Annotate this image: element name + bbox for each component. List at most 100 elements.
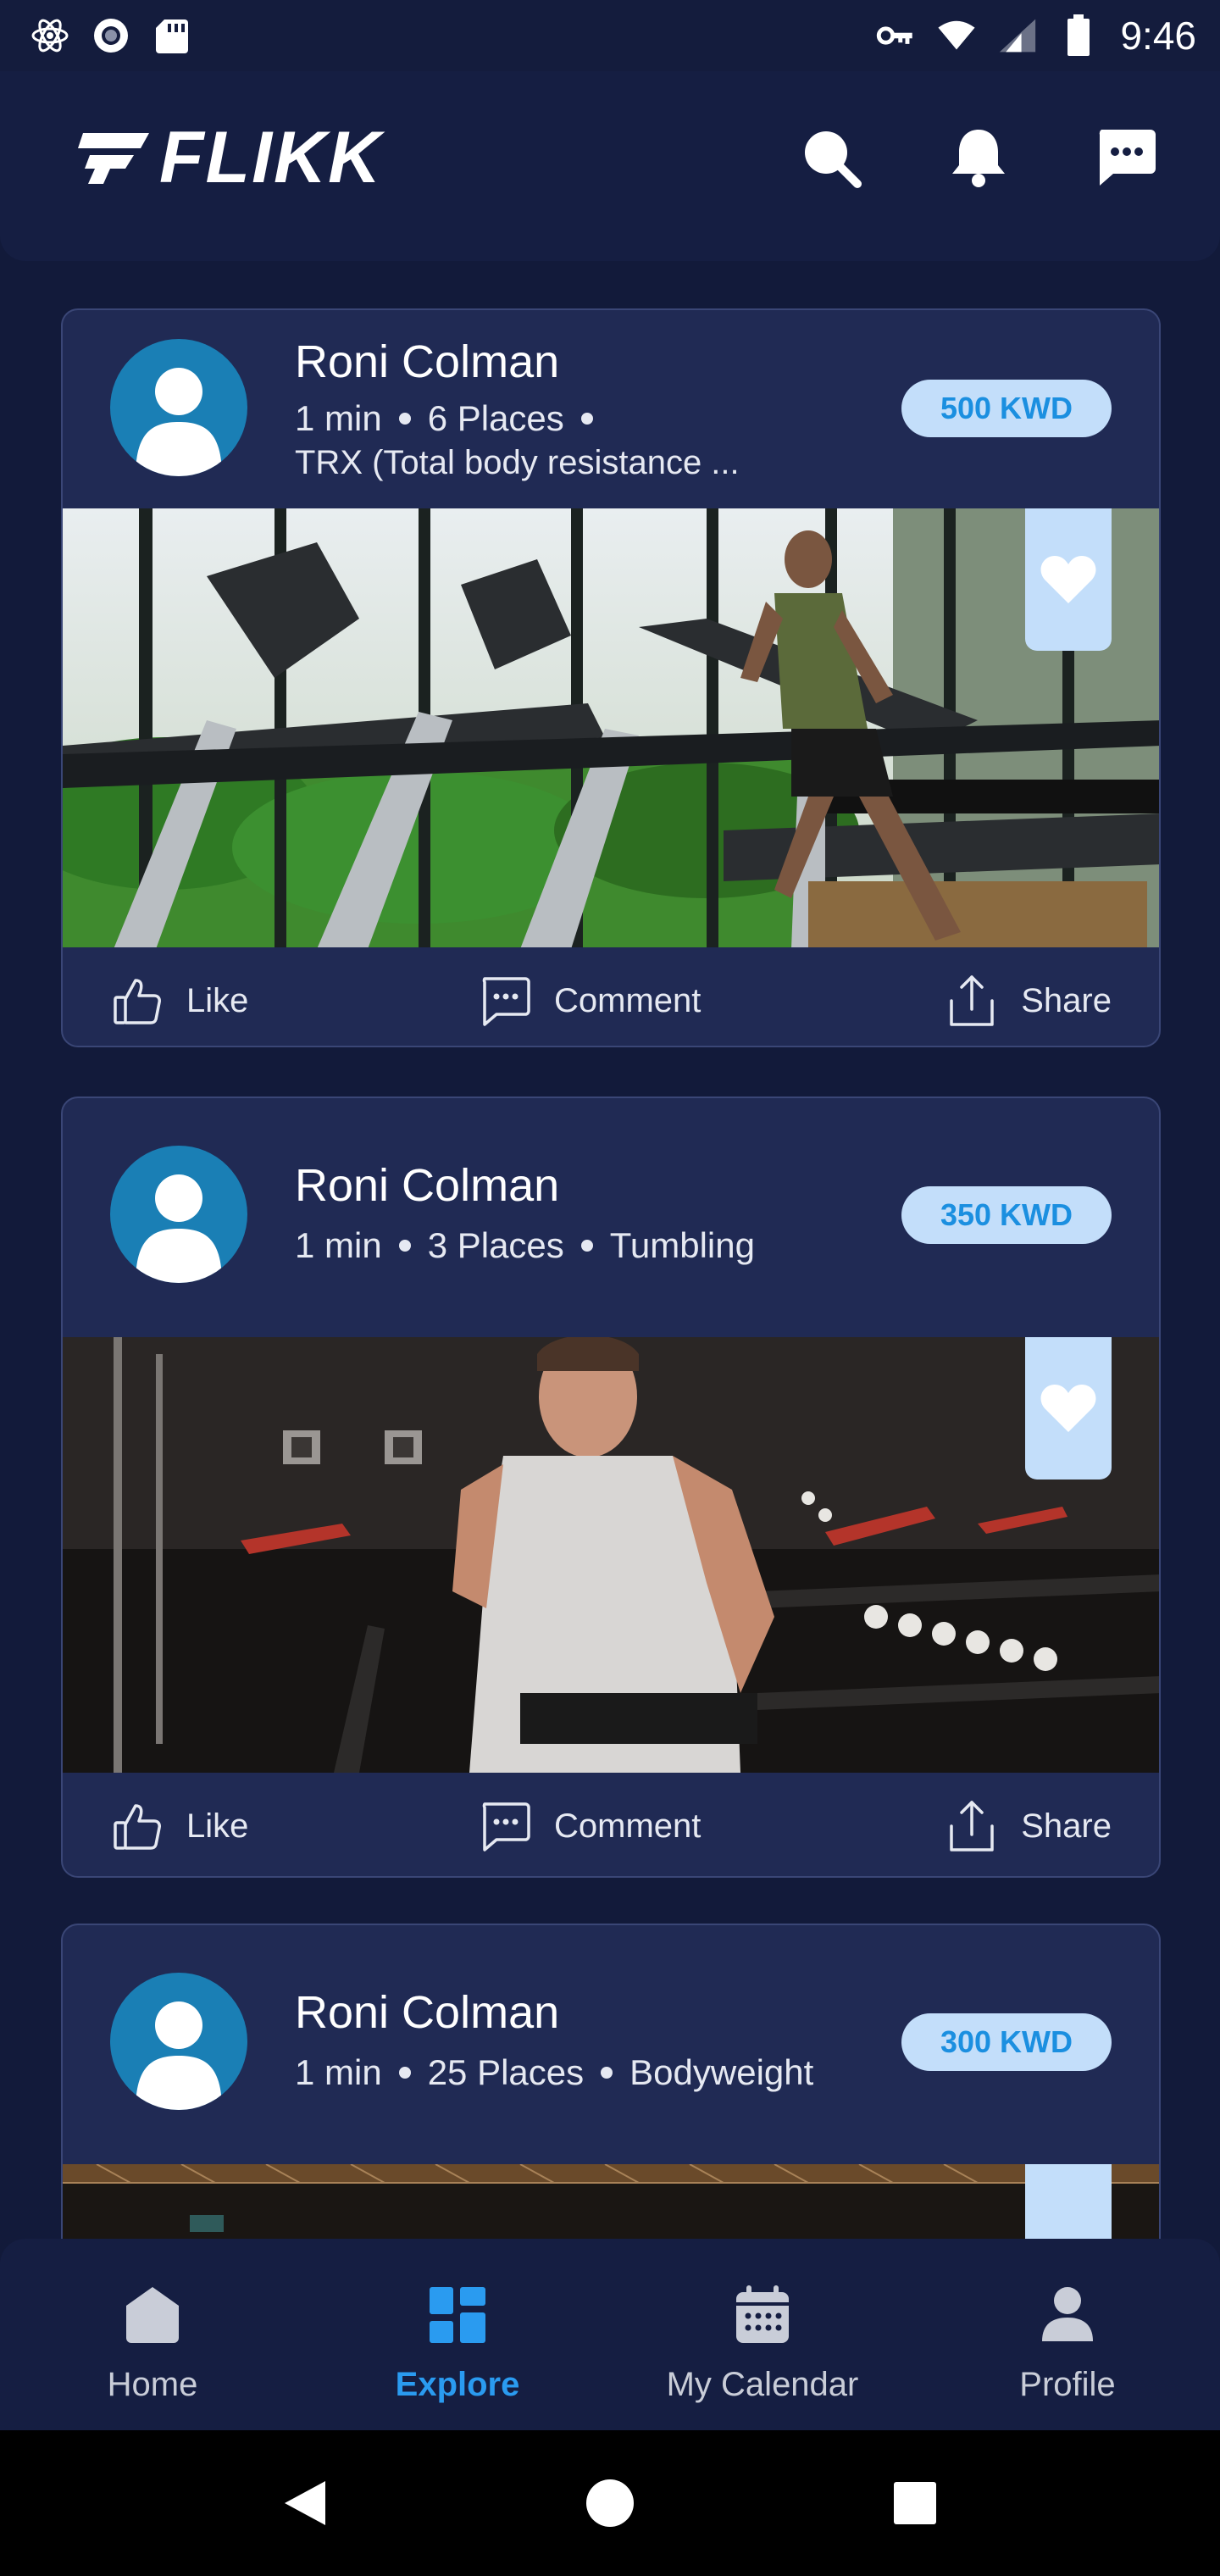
comment-label: Comment xyxy=(554,981,702,1019)
post-places: 25 Places xyxy=(427,2052,585,2092)
meta-separator xyxy=(601,2067,613,2079)
post-card[interactable]: Roni Colman 1 min 6 Places TRX (Total bo… xyxy=(61,308,1161,1047)
bodybuilder-gym-photo xyxy=(63,1337,1159,1773)
record-icon xyxy=(92,16,130,55)
comment-label: Comment xyxy=(554,1807,702,1845)
share-label: Share xyxy=(1021,981,1112,1019)
comment-icon xyxy=(478,974,532,1028)
header-actions xyxy=(800,126,1157,189)
battery-icon xyxy=(1059,14,1098,56)
home-icon xyxy=(119,2281,186,2349)
system-home-button[interactable] xyxy=(580,2473,640,2533)
nav-my-calendar[interactable]: My Calendar xyxy=(610,2239,915,2430)
favorite-button[interactable] xyxy=(1025,1337,1112,1480)
nav-profile[interactable]: Profile xyxy=(915,2239,1220,2430)
nav-label: Profile xyxy=(1019,2366,1116,2403)
share-button[interactable]: Share xyxy=(945,1773,1112,1876)
like-label: Like xyxy=(186,1807,249,1845)
post-author-name[interactable]: Roni Colman xyxy=(295,336,559,388)
status-time: 9:46 xyxy=(1120,14,1196,58)
price-badge: 350 KWD xyxy=(901,1186,1112,1244)
avatar[interactable] xyxy=(110,1146,247,1283)
logo-text: FLIKK xyxy=(159,117,383,198)
nav-label: My Calendar xyxy=(666,2366,859,2403)
bottom-navigation: Home Explore My Calendar Profile xyxy=(0,2239,1220,2430)
meta-separator xyxy=(580,1240,593,1252)
post-duration: 1 min xyxy=(295,398,382,438)
system-back-button[interactable] xyxy=(275,2473,335,2533)
meta-separator xyxy=(398,413,411,425)
post-meta: 1 min 25 Places Bodyweight xyxy=(295,2052,813,2093)
post-category: Tumbling xyxy=(609,1225,755,1265)
post-places: 6 Places xyxy=(427,398,564,438)
post-author-name[interactable]: Roni Colman xyxy=(295,1159,559,1212)
flikk-logo-mark-icon xyxy=(78,133,149,184)
back-triangle-icon xyxy=(285,2481,325,2525)
post-author-name[interactable]: Roni Colman xyxy=(295,1986,559,2039)
flikk-logo[interactable]: FLIKK xyxy=(78,121,382,194)
post-image[interactable] xyxy=(63,1337,1159,1773)
post-card[interactable]: Roni Colman 1 min 25 Places Bodyweight 3… xyxy=(61,1924,1161,2279)
meta-separator xyxy=(398,1240,411,1252)
nav-label: Home xyxy=(107,2366,198,2403)
post-actions: Like Comment Share xyxy=(63,947,1159,1046)
post-duration: 1 min xyxy=(295,2052,382,2092)
meta-separator xyxy=(580,413,593,425)
react-icon xyxy=(30,16,69,55)
comment-button[interactable]: Comment xyxy=(478,947,702,1046)
treadmill-gym-photo xyxy=(63,508,1159,947)
messages-button[interactable] xyxy=(1095,126,1157,189)
wifi-icon xyxy=(937,16,976,55)
like-button[interactable]: Like xyxy=(110,947,249,1046)
system-navigation-bar xyxy=(0,2430,1220,2576)
post-places: 3 Places xyxy=(427,1225,564,1265)
post-header: Roni Colman 1 min 3 Places Tumbling 350 … xyxy=(63,1098,1159,1337)
post-meta: 1 min 6 Places xyxy=(295,398,610,439)
nav-home[interactable]: Home xyxy=(0,2239,305,2430)
signal-icon xyxy=(998,16,1037,55)
post-image[interactable] xyxy=(63,508,1159,947)
like-button[interactable]: Like xyxy=(110,1773,249,1876)
post-header: Roni Colman 1 min 25 Places Bodyweight 3… xyxy=(63,1925,1159,2164)
notifications-button[interactable] xyxy=(947,126,1010,189)
thumbs-up-icon xyxy=(110,1799,164,1853)
post-description: TRX (Total body resistance ... xyxy=(295,444,740,481)
status-bar: 9:46 xyxy=(0,0,1220,71)
post-actions: Like Comment Share xyxy=(63,1773,1159,1876)
app-header: FLIKK xyxy=(0,71,1220,261)
vpn-key-icon xyxy=(876,16,915,55)
system-recents-button[interactable] xyxy=(885,2473,945,2533)
post-card[interactable]: Roni Colman 1 min 3 Places Tumbling 350 … xyxy=(61,1096,1161,1878)
meta-separator xyxy=(398,2067,411,2079)
avatar[interactable] xyxy=(110,1973,247,2110)
nav-label: Explore xyxy=(395,2366,520,2403)
heart-icon xyxy=(1040,556,1096,603)
sd-card-icon xyxy=(152,16,191,55)
recents-square-icon xyxy=(894,2482,936,2524)
status-left-icons xyxy=(30,16,191,55)
search-icon xyxy=(805,131,862,188)
search-button[interactable] xyxy=(800,126,862,189)
calendar-icon xyxy=(729,2281,796,2349)
post-header: Roni Colman 1 min 6 Places TRX (Total bo… xyxy=(63,310,1159,508)
share-label: Share xyxy=(1021,1807,1112,1845)
comment-button[interactable]: Comment xyxy=(478,1773,702,1876)
like-label: Like xyxy=(186,981,249,1019)
price-badge: 300 KWD xyxy=(901,2013,1112,2071)
person-icon xyxy=(1034,2281,1101,2349)
bell-icon xyxy=(952,130,1005,187)
grid-icon xyxy=(424,2281,491,2349)
chat-icon xyxy=(1099,130,1156,186)
status-right-icons: 9:46 xyxy=(876,13,1196,58)
share-button[interactable]: Share xyxy=(945,947,1112,1046)
thumbs-up-icon xyxy=(110,974,164,1028)
heart-icon xyxy=(1040,1385,1096,1432)
post-meta: 1 min 3 Places Tumbling xyxy=(295,1225,755,1266)
nav-explore[interactable]: Explore xyxy=(305,2239,610,2430)
home-circle-icon xyxy=(586,2479,634,2527)
avatar[interactable] xyxy=(110,339,247,476)
share-icon xyxy=(945,1799,999,1853)
favorite-button[interactable] xyxy=(1025,508,1112,651)
post-category: Bodyweight xyxy=(629,2052,814,2092)
comment-icon xyxy=(478,1799,532,1853)
